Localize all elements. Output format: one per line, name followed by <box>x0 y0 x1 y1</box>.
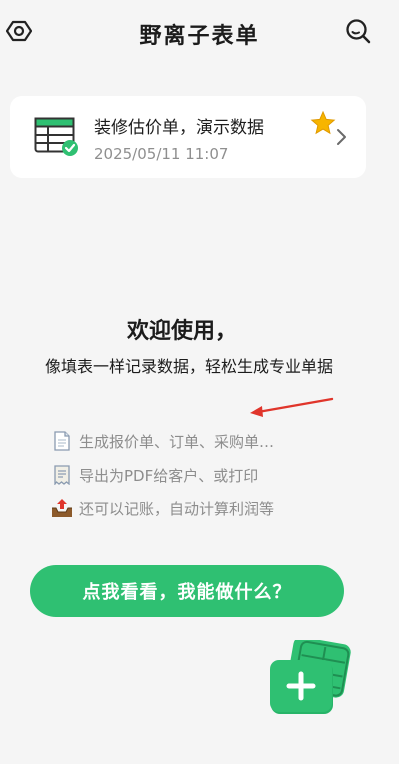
add-sheet-icon <box>270 636 351 714</box>
explore-button[interactable]: 点我看看，我能做什么？ <box>30 565 344 617</box>
receipt-icon <box>51 464 73 486</box>
form-card[interactable]: 装修估价单，演示数据 2025/05/11 11:07 <box>10 96 366 178</box>
feature-item: 生成报价单、订单、采购单… <box>51 430 274 452</box>
search-icon[interactable] <box>343 16 373 46</box>
card-title: 装修估价单，演示数据 <box>94 118 264 138</box>
outbox-tray-icon <box>51 497 73 519</box>
feature-item: 导出为PDF给客户、或打印 <box>51 464 258 486</box>
welcome-heading: 欢迎使用， <box>126 319 237 344</box>
feature-text: 生成报价单、订单、采购单… <box>79 432 275 451</box>
spreadsheet-check-icon <box>34 117 80 159</box>
feature-text: 导出为PDF给客户、或打印 <box>79 466 259 485</box>
page-title: 野离子表单 <box>139 24 260 49</box>
card-date: 2025/05/11 11:07 <box>94 145 229 163</box>
add-sheet-button[interactable] <box>268 636 356 722</box>
red-arrow-icon <box>250 397 334 417</box>
feature-item: 还可以记账，自动计算利润等 <box>51 497 274 519</box>
chevron-right-icon[interactable] <box>334 127 350 147</box>
header-bar: 野离子表单 <box>0 0 399 66</box>
feature-text: 还可以记账，自动计算利润等 <box>79 499 275 518</box>
star-icon[interactable] <box>310 110 336 136</box>
document-icon <box>51 430 73 452</box>
welcome-description: 像填表一样记录数据，轻松生成专业单据 <box>44 357 333 376</box>
app-screen: 野离子表单 装修估价单，演示数据 2025/05/11 11:07 欢迎使用， … <box>0 0 399 764</box>
